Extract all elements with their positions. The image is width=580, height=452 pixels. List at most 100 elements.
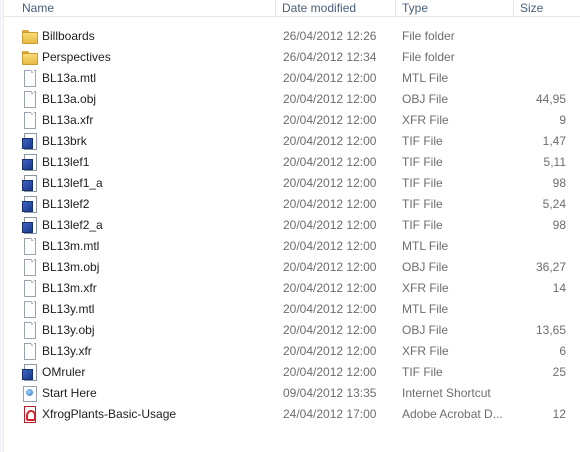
file-row[interactable]: BL13lef2_a 20/04/2012 12:00 TIF File 98 xyxy=(4,215,580,236)
file-date-modified: 20/04/2012 12:00 xyxy=(283,134,377,148)
file-icon-cell xyxy=(21,217,39,234)
tif-image-icon xyxy=(21,217,37,234)
file-row[interactable]: BL13lef2 20/04/2012 12:00 TIF File 5,24 xyxy=(4,194,580,215)
file-row[interactable]: BL13m.xfr 20/04/2012 12:00 XFR File 14 xyxy=(4,278,580,299)
file-list-view: Name Date modified Type Size Billboards 2… xyxy=(0,0,580,452)
file-name: BL13lef1 xyxy=(42,155,90,169)
file-name: BL13m.xfr xyxy=(42,281,97,295)
file-icon-cell xyxy=(21,406,39,423)
file-icon-cell xyxy=(21,301,39,318)
file-type: MTL File xyxy=(402,239,449,253)
file-icon-cell xyxy=(21,343,39,360)
file-name: Billboards xyxy=(42,29,95,43)
internet-shortcut-icon xyxy=(21,385,37,402)
file-type: MTL File xyxy=(402,71,449,85)
file-name: BL13lef1_a xyxy=(42,176,103,190)
column-header-size[interactable]: Size xyxy=(514,0,580,17)
file-size: 13,65 xyxy=(535,323,566,337)
file-icon-cell xyxy=(21,238,39,255)
file-name: BL13a.xfr xyxy=(42,113,94,127)
tif-image-icon xyxy=(21,196,37,213)
file-name: BL13m.mtl xyxy=(42,239,100,253)
file-type: TIF File xyxy=(402,218,443,232)
file-row[interactable]: BL13y.obj 20/04/2012 12:00 OBJ File 13,65 xyxy=(4,320,580,341)
file-row[interactable]: BL13m.mtl 20/04/2012 12:00 MTL File xyxy=(4,236,580,257)
file-row[interactable]: XfrogPlants-Basic-Usage 24/04/2012 17:00 A… xyxy=(4,404,580,425)
column-header-bar: Name Date modified Type Size xyxy=(4,0,580,17)
file-row[interactable]: BL13lef1 20/04/2012 12:00 TIF File 5,11 xyxy=(4,152,580,173)
file-type: TIF File xyxy=(402,365,443,379)
file-icon-cell xyxy=(21,70,39,87)
file-date-modified: 20/04/2012 12:00 xyxy=(283,71,377,85)
file-icon-cell xyxy=(21,175,39,192)
file-date-modified: 20/04/2012 12:00 xyxy=(283,344,377,358)
file-row[interactable]: Billboards 26/04/2012 12:26 File folder xyxy=(4,26,580,47)
file-date-modified: 20/04/2012 12:00 xyxy=(283,239,377,253)
file-row[interactable]: BL13lef1_a 20/04/2012 12:00 TIF File 98 xyxy=(4,173,580,194)
file-type: Internet Shortcut xyxy=(402,386,491,400)
file-icon-cell xyxy=(21,91,39,108)
file-type: MTL File xyxy=(402,302,449,316)
document-icon xyxy=(21,259,37,276)
file-type: OBJ File xyxy=(402,260,449,274)
tif-image-icon xyxy=(21,133,37,150)
folder-icon xyxy=(21,28,38,44)
file-date-modified: 20/04/2012 12:00 xyxy=(283,92,377,106)
file-icon-cell xyxy=(21,385,39,402)
file-name: OMruler xyxy=(42,365,86,379)
file-size xyxy=(514,383,566,404)
file-row[interactable]: BL13y.mtl 20/04/2012 12:00 MTL File xyxy=(4,299,580,320)
file-type: TIF File xyxy=(402,134,443,148)
tif-image-icon xyxy=(21,154,37,171)
file-size xyxy=(514,299,566,320)
file-date-modified: 24/04/2012 17:00 xyxy=(283,407,377,421)
file-row[interactable]: BL13a.xfr 20/04/2012 12:00 XFR File 9 xyxy=(4,110,580,131)
file-size: 44,95 xyxy=(535,92,566,106)
file-row[interactable]: Start Here 09/04/2012 13:35 Internet Short… xyxy=(4,383,580,404)
file-size: 9 xyxy=(559,113,566,127)
file-size: 1,47 xyxy=(542,134,566,148)
file-type: OBJ File xyxy=(402,323,449,337)
column-header-name[interactable]: Name xyxy=(16,0,276,17)
file-size xyxy=(514,26,566,47)
file-size: 5,24 xyxy=(542,197,566,211)
file-size: 98 xyxy=(552,176,566,190)
file-date-modified: 09/04/2012 13:35 xyxy=(283,386,377,400)
file-row[interactable]: BL13a.obj 20/04/2012 12:00 OBJ File 44,95 xyxy=(4,89,580,110)
file-icon-cell xyxy=(21,133,39,150)
file-name: BL13y.obj xyxy=(42,323,95,337)
folder-icon xyxy=(21,49,38,65)
file-type: OBJ File xyxy=(402,92,449,106)
file-name: BL13brk xyxy=(42,134,87,148)
file-row[interactable]: BL13m.obj 20/04/2012 12:00 OBJ File 36,27 xyxy=(4,257,580,278)
file-type: Adobe Acrobat D... xyxy=(402,407,503,421)
file-size: 14 xyxy=(552,281,566,295)
file-icon-cell xyxy=(21,259,39,276)
file-name: BL13y.xfr xyxy=(42,344,92,358)
file-icon-cell xyxy=(21,112,39,129)
file-date-modified: 20/04/2012 12:00 xyxy=(283,218,377,232)
file-name: BL13lef2 xyxy=(42,197,90,211)
tif-image-icon xyxy=(21,364,37,381)
file-type: TIF File xyxy=(402,155,443,169)
file-row[interactable]: BL13brk 20/04/2012 12:00 TIF File 1,47 xyxy=(4,131,580,152)
file-size: 98 xyxy=(552,218,566,232)
file-row[interactable]: Perspectives 26/04/2012 12:34 File folder xyxy=(4,47,580,68)
file-row[interactable]: BL13y.xfr 20/04/2012 12:00 XFR File 6 xyxy=(4,341,580,362)
column-header-date-modified[interactable]: Date modified xyxy=(276,0,396,17)
file-row[interactable]: OMruler 20/04/2012 12:00 TIF File 25 xyxy=(4,362,580,383)
file-row[interactable]: BL13a.mtl 20/04/2012 12:00 MTL File xyxy=(4,68,580,89)
document-icon xyxy=(21,280,37,297)
file-size xyxy=(514,236,566,257)
column-header-type[interactable]: Type xyxy=(396,0,514,17)
file-date-modified: 26/04/2012 12:26 xyxy=(283,29,377,43)
file-name: XfrogPlants-Basic-Usage xyxy=(42,407,177,421)
file-size: 36,27 xyxy=(535,260,566,274)
file-icon-cell xyxy=(21,280,39,297)
document-icon xyxy=(21,301,37,318)
document-icon xyxy=(21,112,37,129)
file-date-modified: 20/04/2012 12:00 xyxy=(283,323,377,337)
file-type: XFR File xyxy=(402,113,449,127)
file-type: File folder xyxy=(402,29,455,43)
file-size xyxy=(514,68,566,89)
